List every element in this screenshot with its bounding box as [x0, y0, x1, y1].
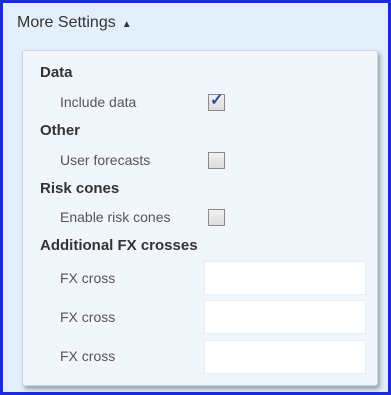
section-title-risk-cones: Risk cones: [40, 180, 120, 197]
fx-cross-input-2[interactable]: [204, 300, 366, 334]
section-title-fx-crosses: Additional FX crosses: [40, 237, 198, 254]
fx-cross-input-3[interactable]: [204, 340, 366, 374]
include-data-label: Include data: [60, 94, 137, 110]
user-forecasts-checkbox[interactable]: [208, 152, 225, 169]
enable-risk-cones-label: Enable risk cones: [60, 209, 171, 225]
triangle-up-icon: ▲: [121, 18, 132, 30]
section-title-other: Other: [40, 122, 81, 139]
fx-cross-label-3: FX cross: [60, 348, 116, 364]
include-data-checkbox[interactable]: ✓: [208, 92, 225, 111]
fx-cross-label-2: FX cross: [60, 309, 116, 325]
section-title-data: Data: [40, 64, 73, 81]
fx-cross-label-1: FX cross: [60, 270, 116, 286]
more-settings-toggle[interactable]: More Settings ▲: [17, 12, 132, 34]
settings-frame: More Settings ▲ Data Include data ✓ Othe…: [0, 0, 391, 395]
enable-risk-cones-checkbox[interactable]: [208, 209, 225, 226]
fx-cross-input-1[interactable]: [204, 261, 366, 295]
more-settings-title: More Settings: [17, 14, 116, 31]
settings-panel: Data Include data ✓ Other User forecasts…: [22, 50, 378, 386]
checkmark-icon: ✓: [210, 92, 224, 109]
user-forecasts-label: User forecasts: [60, 152, 151, 168]
